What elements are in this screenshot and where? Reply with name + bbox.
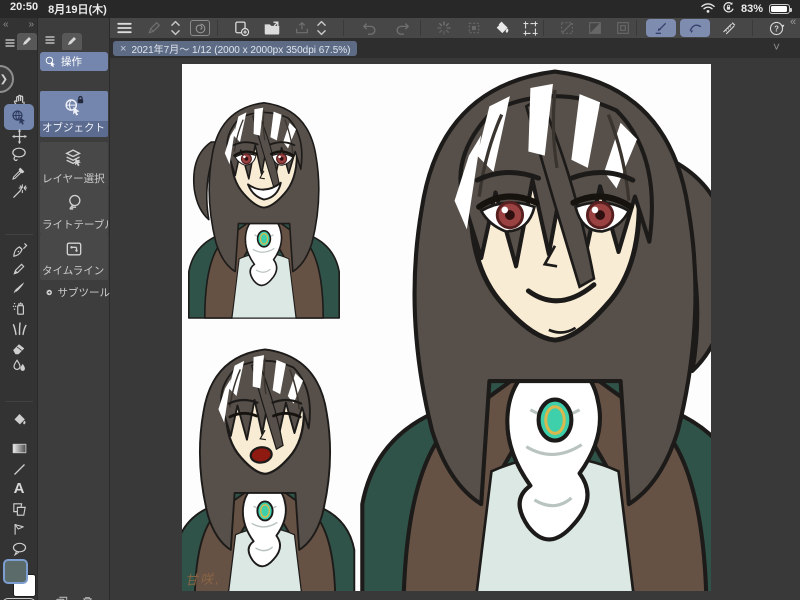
canvas-workspace[interactable]: 甘咲,	[110, 58, 800, 600]
main-toolbar: ? «	[110, 16, 800, 38]
subtool-item-label: タイムライン	[42, 265, 105, 277]
crop-frame-button[interactable]	[516, 18, 544, 38]
rotation-lock-icon	[722, 1, 735, 17]
frame-border-tool[interactable]	[0, 498, 38, 520]
duplicate-layer-button[interactable]	[54, 594, 70, 600]
timeline-icon	[40, 234, 108, 264]
tool-strip: « » ❯ A	[0, 18, 38, 600]
clip-studio-icon[interactable]	[190, 20, 210, 36]
bust-bottom-left	[182, 348, 356, 591]
selection-border-icon[interactable]	[609, 18, 637, 38]
fill-bucket-button[interactable]	[488, 18, 516, 38]
delete-layer-button[interactable]	[80, 594, 95, 600]
subtool-item-label: ライトテーブル	[42, 219, 108, 231]
battery-percent: 83%	[740, 3, 763, 15]
tab-title: 2021年7月〜 1/12 (2000 x 2000px 350dpi 67.5…	[131, 45, 351, 56]
processing-spinner-icon	[430, 18, 458, 38]
status-bar: 20:50 8月19日(木) 83%	[0, 0, 800, 18]
fill-tool[interactable]	[0, 409, 38, 431]
status-time: 20:50	[10, 1, 39, 13]
tab-close-icon[interactable]: ×	[120, 43, 126, 55]
battery-icon	[769, 4, 792, 14]
subtool-panel: 操作 オブジェクト レイヤー選択 ライトテーブル タイムライン サブツール	[38, 18, 110, 600]
text-tool[interactable]: A	[0, 477, 38, 499]
panel-pen-tab[interactable]	[62, 32, 82, 50]
subtool-item-layer-select[interactable]: レイヤー選択	[40, 142, 108, 188]
invert-selection-icon[interactable]	[581, 18, 609, 38]
artwork-illustration[interactable]	[182, 64, 711, 591]
status-date: 8月19日(木)	[48, 4, 107, 16]
deselect-icon[interactable]	[553, 18, 581, 38]
tool-expand-chevrons[interactable]	[166, 18, 184, 38]
snap-ruler-toggle[interactable]	[646, 19, 676, 37]
auto-select-tool[interactable]	[0, 180, 38, 202]
subtool-item-light-table[interactable]: ライトテーブル	[40, 188, 108, 234]
add-subtool-button[interactable]: サブツール	[46, 284, 110, 300]
document-tab-bar: × 2021年7月〜 1/12 (2000 x 2000px 350dpi 67…	[110, 38, 800, 58]
blend-tool[interactable]	[0, 355, 38, 377]
subtool-item-label: オブジェクト	[40, 121, 108, 137]
menu-button[interactable]	[110, 18, 138, 38]
panel-menu-icon[interactable]	[44, 32, 56, 50]
edge-keyboard-handle[interactable]: ❯	[0, 65, 14, 93]
layer-select-icon	[40, 142, 108, 172]
clip-studio-screen: 20:50 8月19日(木) 83% ? « × 2021年7月〜 1/12 (…	[0, 0, 800, 600]
gradient-tool[interactable]	[0, 437, 38, 459]
wifi-icon	[700, 1, 716, 17]
foreground-color-swatch[interactable]	[3, 559, 28, 584]
redo-button[interactable]	[388, 18, 416, 38]
bust-top-left	[187, 101, 341, 319]
balloon-tool[interactable]	[0, 538, 38, 560]
tool-pen-tab[interactable]	[16, 30, 38, 52]
subtool-item-object[interactable]: オブジェクト	[40, 91, 108, 137]
canvas-document[interactable]: 甘咲,	[182, 64, 711, 591]
artist-signature: 甘咲,	[184, 571, 222, 588]
undo-button[interactable]	[355, 18, 383, 38]
brush-tool[interactable]	[0, 277, 38, 299]
open-file-button[interactable]	[258, 18, 286, 38]
subtool-item-label: レイヤー選択	[42, 173, 105, 185]
tab-bar-collapse-icon[interactable]: ˅	[773, 40, 780, 54]
airbrush-tool[interactable]	[0, 297, 38, 319]
save-expand-chevrons[interactable]	[312, 18, 330, 38]
bust-right	[362, 72, 711, 591]
light-table-icon	[40, 188, 108, 218]
snap-special-ruler-toggle[interactable]	[680, 19, 710, 37]
operation-group-header[interactable]: 操作	[40, 52, 108, 71]
add-subtool-label: サブツール	[57, 286, 111, 299]
edit-pen-icon[interactable]	[140, 18, 168, 38]
strip-collapse-right-icon[interactable]: »	[28, 19, 33, 30]
strip-collapse-left-icon[interactable]: «	[3, 19, 8, 30]
layer-move-icon[interactable]	[460, 18, 488, 38]
subtool-item-timeline[interactable]: タイムライン	[40, 234, 108, 280]
snap-grid-toggle[interactable]	[714, 18, 744, 38]
new-canvas-button[interactable]	[227, 18, 255, 38]
operation-group-label: 操作	[61, 56, 82, 68]
flag-tool[interactable]	[0, 518, 38, 540]
document-tab[interactable]: × 2021年7月〜 1/12 (2000 x 2000px 350dpi 67…	[113, 41, 358, 56]
object-tool-icon	[40, 91, 108, 121]
